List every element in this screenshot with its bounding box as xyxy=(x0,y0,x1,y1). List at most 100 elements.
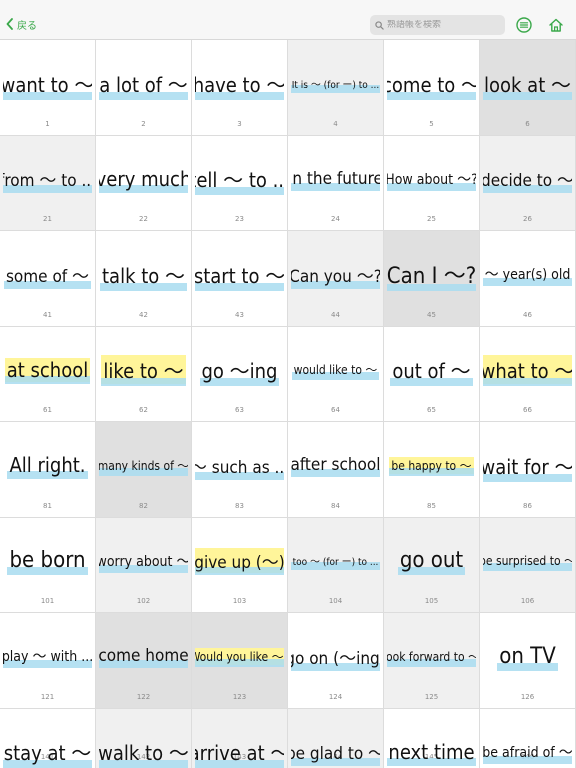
phrase-number: 122 xyxy=(136,692,151,701)
phrase-number: 125 xyxy=(424,692,439,701)
phrase-card[interactable]: start to 〜 43 xyxy=(192,231,288,327)
phrase-card[interactable]: wait for 〜 86 xyxy=(480,422,576,518)
phrase-text-wrapper: It is 〜 (for ー) to ... xyxy=(291,66,380,100)
phrase-text-wrapper: arrive at 〜 xyxy=(195,735,284,768)
phrase-card[interactable]: worry about 〜 102 xyxy=(96,517,192,613)
phrase-number: 105 xyxy=(424,597,439,605)
phrase-text: in the future xyxy=(291,169,380,191)
phrase-number: 5 xyxy=(429,119,434,128)
phrase-card[interactable]: a lot of 〜 2 xyxy=(96,40,192,136)
phrase-card[interactable]: like to 〜 62 xyxy=(96,326,192,422)
phrase-text-wrapper: Can I 〜? xyxy=(387,257,476,291)
phrase-card[interactable]: next time 145 xyxy=(384,708,480,768)
phrase-card[interactable]: very much 22 xyxy=(96,135,192,231)
phrase-card[interactable]: some of 〜 41 xyxy=(0,231,96,327)
phrase-text-wrapper: would like to 〜 xyxy=(291,353,380,387)
phrase-number: 86 xyxy=(523,501,532,510)
phrase-card[interactable]: have to 〜 3 xyxy=(192,40,288,136)
phrase-card[interactable]: be born 101 xyxy=(0,517,96,613)
phrase-card[interactable]: walk to 〜 142 xyxy=(96,708,192,768)
phrase-card[interactable]: It is 〜 (for ー) to ... 4 xyxy=(288,40,384,136)
phrase-card[interactable]: 〜 such as ... 83 xyxy=(192,422,288,518)
phrase-card[interactable]: come home 122 xyxy=(96,613,192,709)
phrase-card[interactable]: All right. 81 xyxy=(0,422,96,518)
phrase-text: come home xyxy=(99,646,188,668)
list-menu-button[interactable] xyxy=(514,15,534,35)
phrase-text-wrapper: 〜 such as ... xyxy=(195,448,284,482)
phrase-card[interactable]: on TV 126 xyxy=(480,613,576,709)
phrase-card[interactable]: be happy to 〜 85 xyxy=(384,422,480,518)
phrase-card[interactable]: Can you 〜? 44 xyxy=(288,231,384,327)
phrase-card[interactable]: too 〜 (for ー) to ... 104 xyxy=(288,517,384,613)
phrase-card[interactable]: Would you like 〜? 123 xyxy=(192,613,288,709)
phrase-text: out of 〜 xyxy=(390,355,473,386)
home-button[interactable] xyxy=(546,15,566,35)
phrase-text: from 〜 to ... xyxy=(3,166,92,193)
phrase-text-wrapper: want to 〜 xyxy=(3,66,92,100)
phrase-card[interactable]: go out 105 xyxy=(384,517,480,613)
phrase-number: 62 xyxy=(139,406,148,414)
phrase-card[interactable]: be afraid of 〜 146 xyxy=(480,708,576,768)
search-box[interactable] xyxy=(370,15,505,35)
phrase-text: go out xyxy=(397,548,466,575)
phrase-text-wrapper: look at 〜 xyxy=(483,66,572,100)
phrase-text-wrapper: very much xyxy=(99,162,188,196)
phrase-text: stay at 〜 xyxy=(3,737,92,768)
phrase-text: arrive at 〜 xyxy=(195,737,284,768)
search-input[interactable] xyxy=(387,20,499,30)
phrase-number: 24 xyxy=(331,215,340,223)
phrase-card[interactable]: go on (〜ing) 124 xyxy=(288,613,384,709)
phrase-card[interactable]: How about 〜? 25 xyxy=(384,135,480,231)
phrase-card[interactable]: after school 84 xyxy=(288,422,384,518)
chevron-left-icon xyxy=(6,18,13,30)
phrase-card[interactable]: would like to 〜 64 xyxy=(288,326,384,422)
phrase-card[interactable]: talk to 〜 42 xyxy=(96,231,192,327)
phrase-text: How about 〜? xyxy=(387,169,476,191)
phrase-card[interactable]: give up (〜) 103 xyxy=(192,517,288,613)
phrase-card[interactable]: go 〜ing 63 xyxy=(192,326,288,422)
phrase-card[interactable]: tell 〜 to ... 23 xyxy=(192,135,288,231)
phrase-text: too 〜 (for ー) to ... xyxy=(291,553,380,570)
phrase-card[interactable]: play 〜 with ... 121 xyxy=(0,613,96,709)
back-button[interactable]: 戻る xyxy=(6,14,37,34)
phrase-card[interactable]: 〜 year(s) old 46 xyxy=(480,231,576,327)
phrase-text: play 〜 with ... xyxy=(3,646,92,668)
phrase-card[interactable]: decide to 〜 26 xyxy=(480,135,576,231)
phrase-card[interactable]: Can I 〜? 45 xyxy=(384,231,480,327)
phrase-text-wrapper: go out xyxy=(387,544,476,578)
phrase-text: like to 〜 xyxy=(101,355,186,386)
phrase-text-wrapper: give up (〜) xyxy=(195,544,284,578)
phrase-card[interactable]: many kinds of 〜 82 xyxy=(96,422,192,518)
phrase-number: 121 xyxy=(40,692,55,701)
phrase-card[interactable]: out of 〜 65 xyxy=(384,326,480,422)
phrase-card[interactable]: stay at 〜 141 xyxy=(0,708,96,768)
phrase-number: 42 xyxy=(139,310,148,319)
phrase-text-wrapper: after school xyxy=(291,448,380,482)
phrase-number: 25 xyxy=(427,215,436,223)
phrase-card[interactable]: want to 〜 1 xyxy=(0,40,96,136)
phrase-number: 66 xyxy=(523,406,532,414)
phrase-text-wrapper: talk to 〜 xyxy=(99,257,188,291)
phrase-card[interactable]: in the future 24 xyxy=(288,135,384,231)
phrase-text: look forward to 〜 xyxy=(387,648,476,667)
phrase-text: tell 〜 to ... xyxy=(195,164,284,195)
phrase-text: 〜 year(s) old xyxy=(483,264,572,286)
phrase-card[interactable]: from 〜 to ... 21 xyxy=(0,135,96,231)
phrase-text-wrapper: next time xyxy=(387,735,476,768)
phrase-card[interactable]: be surprised to 〜 106 xyxy=(480,517,576,613)
phrase-text-wrapper: 〜 year(s) old xyxy=(483,257,572,291)
phrase-card[interactable]: come to 〜 5 xyxy=(384,40,480,136)
phrase-card[interactable]: look at 〜 6 xyxy=(480,40,576,136)
phrase-card[interactable]: what to 〜 66 xyxy=(480,326,576,422)
phrase-text: go 〜ing xyxy=(199,355,280,386)
phrase-card[interactable]: arrive at 〜143 xyxy=(192,708,288,768)
phrase-card[interactable]: be glad to 〜144 xyxy=(288,708,384,768)
phrase-card[interactable]: look forward to 〜 125 xyxy=(384,613,480,709)
home-icon xyxy=(549,18,563,32)
phrase-text-wrapper: at school xyxy=(3,353,92,387)
phrase-text: have to 〜 xyxy=(195,69,284,100)
phrase-text: on TV xyxy=(497,643,558,671)
phrase-number: 22 xyxy=(139,215,148,223)
phrase-card[interactable]: at school 61 xyxy=(0,326,96,422)
phrase-text-wrapper: go on (〜ing) xyxy=(291,639,380,673)
